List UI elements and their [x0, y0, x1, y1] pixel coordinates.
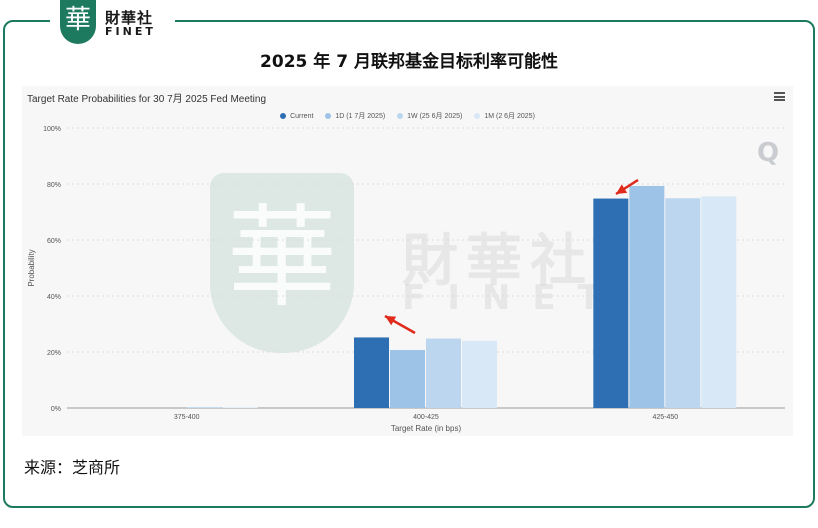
y-tick-label: 80%	[47, 182, 61, 189]
bar	[354, 337, 389, 408]
logo-english-name: FINET	[105, 25, 156, 38]
finet-logo: 華 財華社 FINET	[50, 0, 175, 44]
bar-chart: 0% 20% 40% 60% 80% 100% 375-400 400-425 425-450 T…	[27, 126, 785, 433]
y-axis-title: Probability	[27, 249, 36, 286]
x-axis-title: Target Rate (in bps)	[391, 424, 462, 433]
x-tick-label: 425-450	[652, 414, 678, 421]
y-tick-label: 20%	[47, 350, 61, 357]
bar	[462, 340, 497, 408]
bar	[593, 198, 629, 408]
bar	[390, 350, 425, 408]
x-tick-label: 375-400	[174, 414, 200, 421]
x-tick-label: 400-425	[413, 414, 439, 421]
bar	[186, 407, 222, 408]
chart-panel: 華 財華社 FINET Target Rate Probabilities fo…	[22, 86, 793, 436]
bar	[629, 185, 665, 408]
bar	[222, 407, 258, 408]
bar	[426, 338, 461, 408]
bar	[665, 198, 701, 408]
source-note: 来源：芝商所	[24, 458, 121, 477]
logo-badge: 華	[60, 0, 96, 44]
page-title: 2025 年 7 月联邦基金目标利率可能性	[260, 52, 558, 72]
bar	[701, 196, 737, 408]
y-tick-label: 40%	[47, 294, 61, 301]
y-tick-label: 0%	[51, 406, 61, 413]
y-tick-label: 100%	[43, 126, 61, 133]
y-tick-label: 60%	[47, 238, 61, 245]
